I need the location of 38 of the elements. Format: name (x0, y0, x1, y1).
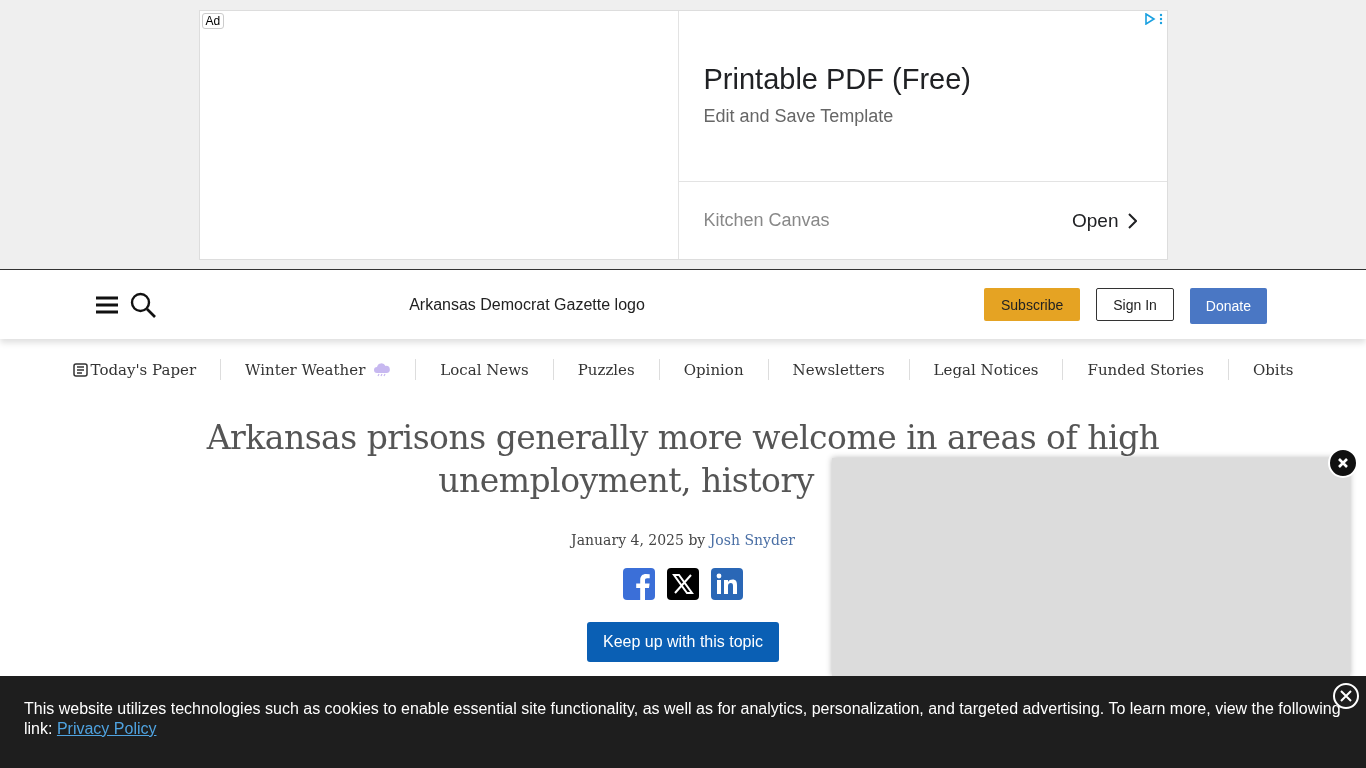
ad-headline: Printable PDF (Free) (703, 63, 972, 96)
nav-link[interactable]: Puzzles (553, 360, 659, 379)
linkedin-icon[interactable] (711, 568, 743, 600)
advertiser-name: Kitchen Canvas (703, 210, 830, 231)
nav-link[interactable]: Opinion (659, 360, 768, 379)
nav-link[interactable]: Obits (1228, 360, 1318, 379)
newspaper-icon (72, 362, 88, 377)
ad-subline: Edit and Save Template (703, 106, 895, 127)
privacy-policy-link[interactable]: Privacy Policy (56, 720, 157, 737)
nav-link[interactable]: Today's Paper (48, 360, 221, 379)
sign-in-button[interactable]: Sign In (1096, 288, 1174, 321)
close-video-button[interactable] (1328, 448, 1358, 478)
logo-alt-text[interactable]: Arkansas Democrat Gazette logo (409, 295, 645, 313)
follow-topic-button[interactable]: Keep up with this topic (586, 622, 780, 662)
ad-badge: Ad (201, 13, 225, 29)
nav-link[interactable]: Newsletters (768, 360, 909, 379)
chevron-right-icon (1126, 212, 1137, 229)
article-headline: Arkansas prisons generally more welcome in areas of high unemployment, history (206, 417, 1160, 502)
cloud-icon (373, 362, 392, 377)
close-icon (1338, 458, 1348, 468)
subscribe-button[interactable]: Subscribe (984, 288, 1081, 321)
x-icon[interactable] (667, 568, 699, 600)
byline-by: by (688, 532, 706, 548)
facebook-icon[interactable] (623, 568, 655, 600)
author-link[interactable]: Josh Snyder (709, 532, 795, 548)
advertisement[interactable]: Ad Printable PDF (Free) Edit and Save Template Kitchen Canvas Open (198, 10, 1168, 260)
menu-icon[interactable] (96, 295, 118, 314)
open-link[interactable]: Open (1072, 209, 1137, 232)
adchoices-icon[interactable] (1144, 13, 1163, 25)
nav-link[interactable]: Funded Stories (1063, 360, 1228, 379)
nav-link[interactable]: Local News (416, 360, 553, 379)
nav-link[interactable]: Winter Weather (221, 360, 416, 379)
article-date: January 4, 2025 (571, 532, 684, 548)
nav-link[interactable]: Legal Notices (909, 360, 1063, 379)
donate-button[interactable]: Donate (1189, 288, 1267, 324)
search-icon[interactable] (130, 291, 156, 318)
cookie-notice-text: This website utilizes technologies such as cookies to enable essential site functionality, as well as for analytics, personalization, and targeted advertising. To learn more, view the following link: Privacy Policy (24, 699, 1342, 739)
close-icon (1340, 690, 1352, 702)
